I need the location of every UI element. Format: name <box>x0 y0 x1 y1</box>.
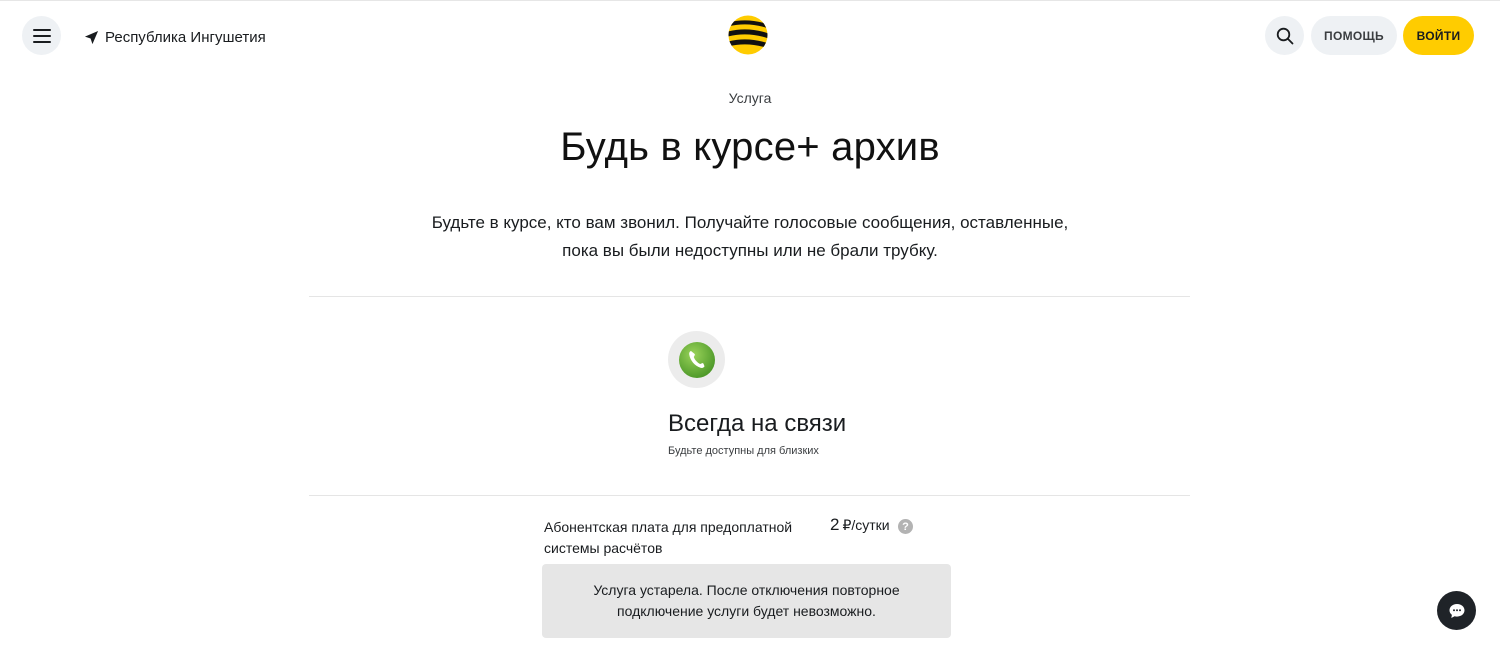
fee-label-line: Абонентская плата для предоплатной <box>544 519 793 535</box>
menu-button[interactable] <box>22 16 61 55</box>
feature-icon-container <box>668 331 725 388</box>
fee-label: Абонентская плата для предоплатной систе… <box>544 517 804 559</box>
login-button[interactable]: ВОЙТИ <box>1403 16 1474 55</box>
fee-value: 2 ₽/сутки <box>830 515 890 535</box>
header: Республика Ингушетия ПОМОЩЬ ВОЙТИ <box>0 1 1500 73</box>
description-line: Будьте в курсе, кто вам звонил. Получайт… <box>431 213 1069 232</box>
fee-amount: 2 <box>830 515 840 534</box>
feature-title: Всегда на связи <box>668 410 847 437</box>
divider <box>309 495 1190 496</box>
fee-label-line: системы расчётов <box>544 540 663 556</box>
region-label: Республика Ингушетия <box>105 28 266 46</box>
location-arrow-icon <box>84 30 99 44</box>
notice-line: подключение услуги будет невозможно. <box>617 603 876 619</box>
page-title: Будь в курсе+ архив <box>560 125 940 169</box>
service-description: Будьте в курсе, кто вам звонил. Получайт… <box>400 209 1100 265</box>
fee-unit: ₽/сутки <box>842 517 890 533</box>
eyebrow-label: Услуга <box>728 90 772 106</box>
page: Республика Ингушетия ПОМОЩЬ ВОЙТИ Услуга… <box>0 0 1500 660</box>
menu-icon <box>32 28 51 43</box>
region-selector[interactable]: Республика Ингушетия <box>84 27 266 47</box>
divider <box>309 296 1190 297</box>
feature-subtitle: Будьте доступны для близких <box>668 445 819 457</box>
search-button[interactable] <box>1265 16 1304 55</box>
help-button[interactable]: ПОМОЩЬ <box>1311 16 1397 55</box>
chat-icon <box>1449 603 1464 618</box>
chat-button[interactable] <box>1437 591 1476 630</box>
notice-line: Услуга устарела. После отключения повтор… <box>593 582 900 598</box>
description-line: пока вы были недоступны или не брали тру… <box>562 241 938 260</box>
deprecation-notice: Услуга устарела. После отключения повтор… <box>542 564 951 638</box>
phone-icon <box>678 341 715 378</box>
beeline-logo[interactable] <box>728 15 768 55</box>
help-question-icon[interactable]: ? <box>898 519 913 534</box>
search-icon <box>1276 27 1293 44</box>
